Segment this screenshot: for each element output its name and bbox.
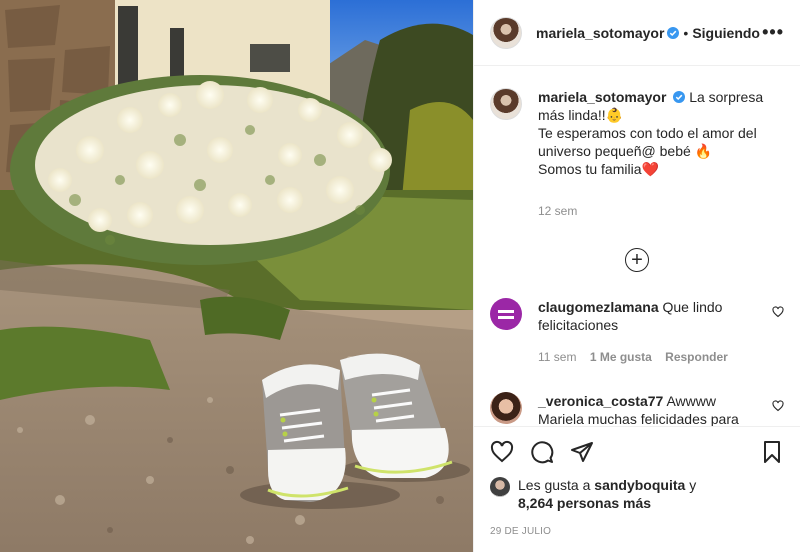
left-shoe	[262, 364, 349, 502]
commenter-username[interactable]: claugomezlamana	[538, 299, 659, 315]
comment-icon[interactable]	[530, 440, 554, 464]
caption-text-line3: Somos tu familia❤️	[538, 161, 659, 177]
comment-item: _veronica_costa77 Awwww Mariela muchas f…	[490, 392, 784, 426]
commenter-username[interactable]: _veronica_costa77	[538, 393, 663, 409]
verified-badge-icon	[667, 26, 680, 39]
comment-body: _veronica_costa77 Awwww Mariela muchas f…	[538, 392, 748, 426]
load-more-plus-icon[interactable]: +	[625, 248, 649, 272]
caption-author-username[interactable]: mariela_sotomayor	[538, 89, 666, 105]
post-header: mariela_sotomayor • Siguiendo •••	[474, 0, 800, 66]
share-icon[interactable]	[570, 440, 594, 464]
caption-author-avatar[interactable]	[490, 88, 522, 120]
post-photo[interactable]	[0, 0, 473, 552]
load-more-comments[interactable]: +	[490, 248, 784, 272]
comment-like-heart-icon[interactable]	[772, 400, 784, 412]
comment-item: claugomezlamana Que lindo felicitaciones…	[490, 298, 784, 366]
heart-icon[interactable]	[490, 440, 514, 464]
separator-dot: •	[683, 24, 689, 41]
likes-prefix: Les gusta a	[518, 477, 591, 493]
post-actions	[474, 426, 800, 476]
more-options-icon[interactable]: •••	[762, 22, 784, 43]
liker-avatar[interactable]	[490, 477, 510, 497]
commenter-avatar[interactable]	[490, 298, 522, 330]
bookmark-icon[interactable]	[760, 440, 784, 464]
post-caption: mariela_sotomayor La sorpresa más linda!…	[490, 66, 784, 220]
comment-meta: 11 sem 1 Me gusta Responder	[538, 348, 748, 366]
likes-user[interactable]: sandyboquita	[594, 477, 685, 493]
author-username[interactable]: mariela_sotomayor	[536, 25, 664, 41]
verified-badge-icon	[673, 91, 686, 103]
following-button[interactable]: Siguiendo	[692, 25, 760, 41]
commenter-avatar[interactable]	[490, 392, 522, 424]
likes-text[interactable]: Les gusta a sandyboquita y 8,264 persona…	[518, 476, 696, 512]
caption-body: mariela_sotomayor La sorpresa más linda!…	[538, 88, 768, 220]
author-avatar[interactable]	[490, 16, 522, 49]
comment-reply-button[interactable]: Responder	[665, 350, 728, 364]
likes-count[interactable]: 8,264 personas más	[518, 495, 651, 511]
comment-like-heart-icon[interactable]	[772, 306, 784, 318]
baby-shoes-photo	[0, 0, 473, 552]
comment-body: claugomezlamana Que lindo felicitaciones…	[538, 298, 748, 366]
post-date[interactable]: 29 DE JULIO	[474, 516, 800, 552]
likes-connector: y	[689, 477, 697, 493]
post-side-panel: mariela_sotomayor • Siguiendo ••• mariel…	[473, 0, 800, 552]
instagram-post-view: mariela_sotomayor • Siguiendo ••• mariel…	[0, 0, 800, 552]
comments-area[interactable]: mariela_sotomayor La sorpresa más linda!…	[474, 66, 800, 426]
likes-summary: Les gusta a sandyboquita y 8,264 persona…	[474, 476, 800, 516]
caption-age[interactable]: 12 sem	[538, 202, 768, 220]
comment-age[interactable]: 11 sem	[538, 350, 576, 364]
caption-text-line2: Te esperamos con todo el amor del univer…	[538, 125, 757, 159]
comment-likes-count[interactable]: 1 Me gusta	[590, 350, 652, 364]
